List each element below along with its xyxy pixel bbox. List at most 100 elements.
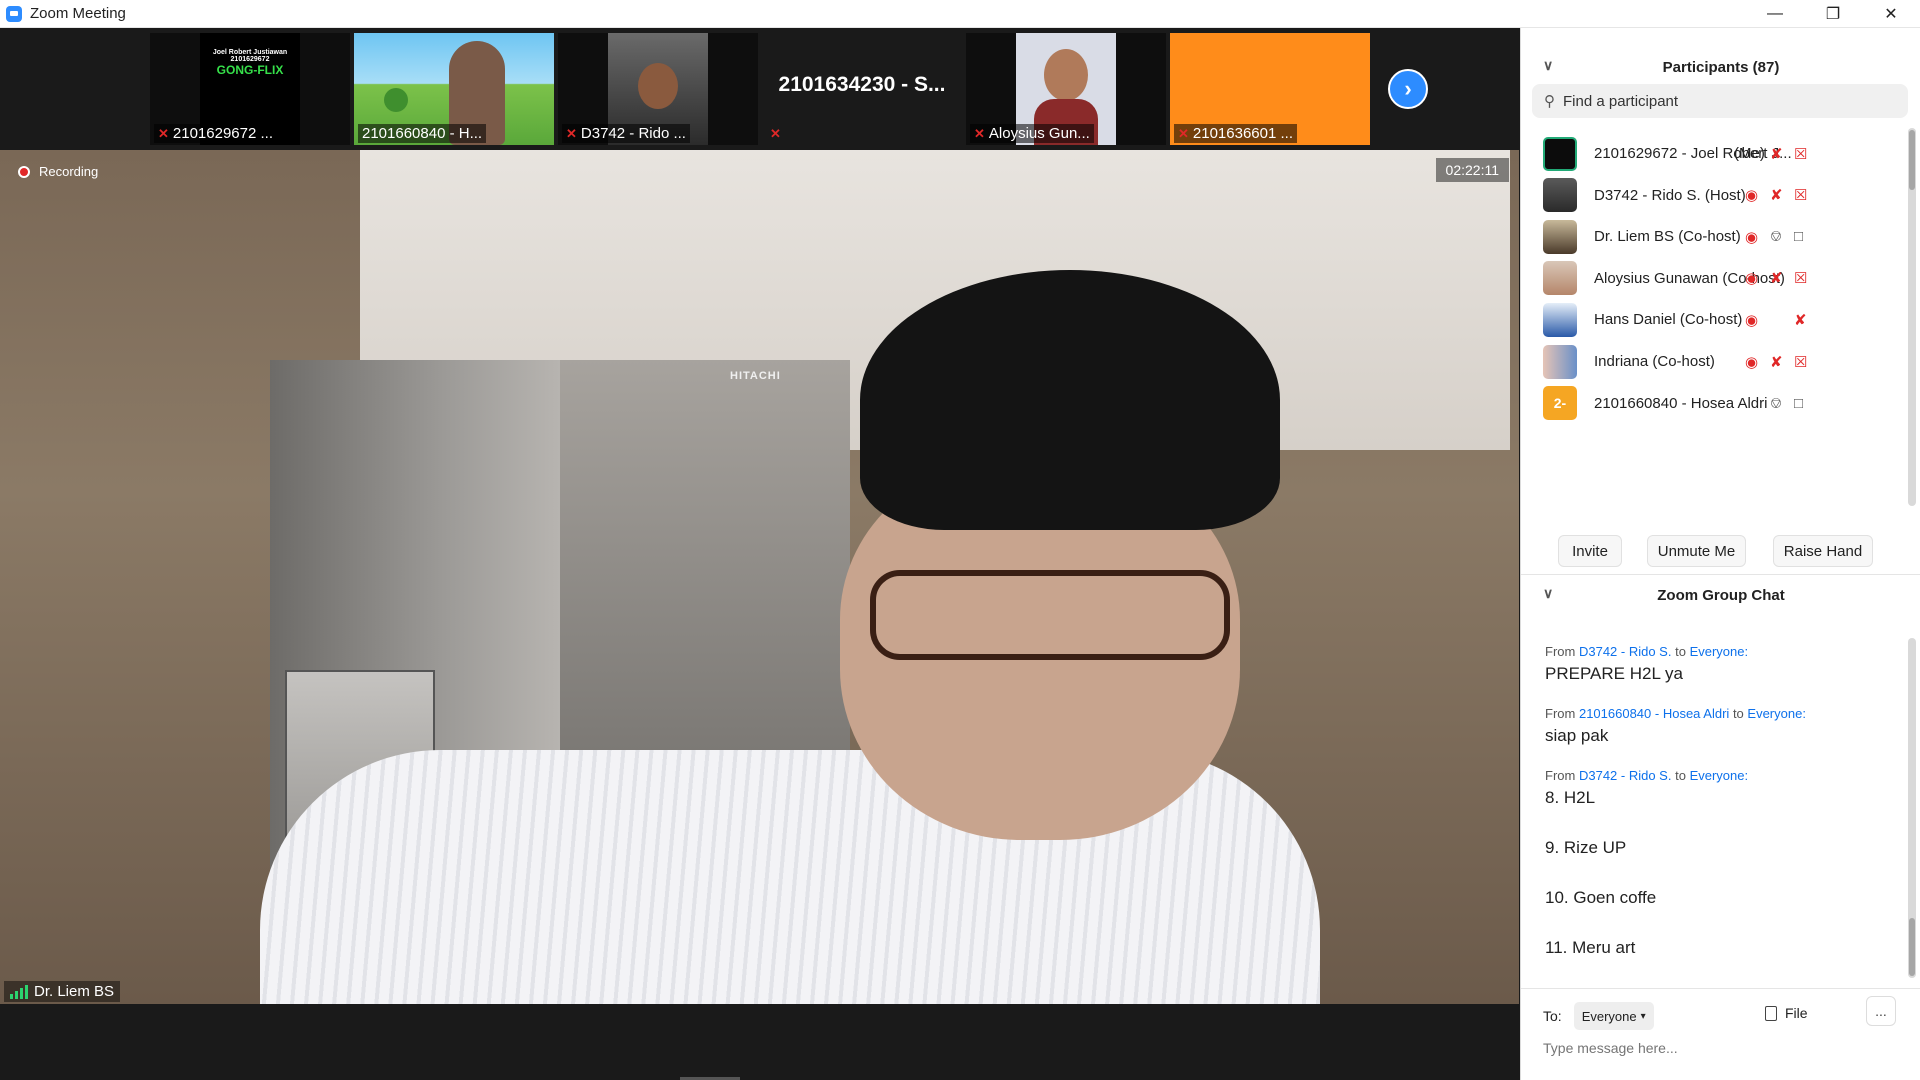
participant-scrollbar[interactable]	[1908, 128, 1916, 506]
person-glasses	[870, 570, 1230, 660]
recording-label: Recording	[39, 164, 99, 179]
scroll-thumb[interactable]	[1909, 918, 1915, 976]
chevron-down-icon[interactable]: ∨	[1543, 585, 1553, 602]
more-options-button[interactable]: ...	[1866, 996, 1896, 1026]
participant-tile[interactable]: 2101634230 - S... ✕	[762, 33, 962, 145]
person-silhouette	[638, 63, 678, 109]
divider	[1521, 574, 1920, 575]
sender-link[interactable]: D3742 - Rido S.	[1579, 644, 1672, 659]
participant-list: 2101629672 - Joel Robert J... (Me) ✘ ☒ D3742…	[1521, 128, 1920, 508]
tile-caption: ✕	[766, 125, 785, 143]
speaker-person	[780, 270, 1300, 870]
title-bar: Zoom Meeting — ❐ ✕	[0, 0, 1920, 28]
minimize-button[interactable]: —	[1746, 0, 1804, 28]
recipient-link[interactable]: Everyone:	[1690, 768, 1749, 783]
chat-recipient-row: To: Everyone ▾	[1543, 1002, 1654, 1030]
mic-muted-icon[interactable]: ✘	[1794, 311, 1807, 329]
participant-tile[interactable]: ✕ 2101636601 ...	[1170, 33, 1370, 145]
tile-caption: ✕ 2101636601 ...	[1174, 124, 1297, 143]
chat-header[interactable]: ∨ Zoom Group Chat	[1521, 576, 1920, 614]
participants-title: Participants (87)	[1662, 58, 1780, 76]
video-off-icon[interactable]: ☒	[1794, 269, 1807, 287]
fridge-brand: HITACHI	[730, 370, 781, 382]
tile-caption: 2101660840 - H...	[358, 124, 487, 143]
recipient-select[interactable]: Everyone ▾	[1573, 1002, 1654, 1030]
to-label: To:	[1543, 1008, 1562, 1024]
chat-message: From D3742 - Rido S. to Everyone:	[1545, 644, 1905, 659]
chat-message: From D3742 - Rido S. to Everyone:	[1545, 768, 1905, 783]
next-page-button[interactable]: ›	[1388, 69, 1428, 109]
from-word: From	[1545, 644, 1576, 659]
participant-tile[interactable]: Joel Robert Justiawan 2101629672 GONG-FL…	[150, 33, 350, 145]
chat-text: 8. H2L	[1545, 788, 1596, 807]
chat-meta: From D3742 - Rido S. to Everyone:	[1545, 644, 1905, 659]
side-panel: ∨ Participants (87) ⚲ Find a participant…	[1520, 28, 1920, 1080]
chevron-down-icon[interactable]: ∨	[1543, 57, 1553, 74]
tile-name: 2101634230 - S...	[778, 73, 946, 96]
tile-caption: ✕ D3742 - Rido ...	[562, 124, 690, 143]
unmute-me-button[interactable]: Unmute Me	[1647, 535, 1746, 567]
restore-button[interactable]: ❐	[1804, 0, 1862, 28]
microphone-icon[interactable]: ⎊	[1770, 395, 1782, 412]
person-hair	[860, 270, 1280, 530]
participant-tile[interactable]: ✕ D3742 - Rido ...	[558, 33, 758, 145]
participant-row[interactable]: 2- 2101660840 - Hosea Aldri ⎊ □	[1521, 378, 1911, 429]
participant-tile[interactable]: 2101660840 - H...	[354, 33, 554, 145]
search-icon: ⚲	[1544, 93, 1555, 110]
tile-label: 2101636601 ...	[1192, 125, 1293, 142]
file-label: File	[1785, 1005, 1808, 1021]
mic-muted-icon: ✕	[974, 125, 985, 141]
sender-link[interactable]: D3742 - Rido S.	[1579, 768, 1672, 783]
recording-icon: ◉	[1745, 311, 1759, 329]
recording-icon: ◉	[1745, 228, 1759, 246]
chat-text: 9. Rize UP	[1545, 838, 1627, 857]
mic-muted-icon[interactable]: ✘	[1770, 353, 1783, 371]
video-off-icon[interactable]: ☒	[1794, 145, 1807, 163]
tile-label: 2101629672 ...	[172, 125, 273, 142]
poster-text: GONG-FLIX	[216, 63, 284, 77]
chat-meta: From 2101660840 - Hosea Aldri to Everyon…	[1545, 706, 1905, 721]
poster-text: Joel Robert Justiawan	[212, 49, 288, 56]
recording-indicator[interactable]: Recording	[18, 164, 98, 179]
video-area: Joel Robert Justiawan 2101629672 GONG-FL…	[0, 28, 1519, 1080]
participant-search[interactable]: ⚲ Find a participant	[1532, 84, 1908, 118]
signal-strength-icon	[10, 984, 28, 999]
meeting-toolbar-area	[0, 1004, 1519, 1080]
avatar	[1543, 136, 1577, 171]
mic-muted-icon[interactable]: ✘	[1770, 145, 1783, 163]
mic-muted-icon[interactable]: ✘	[1770, 186, 1783, 204]
mic-muted-icon[interactable]: ✘	[1770, 269, 1783, 287]
microphone-icon[interactable]: ⎊	[1770, 228, 1782, 245]
participant-tile[interactable]: ✕ Aloysius Gun...	[966, 33, 1166, 145]
chat-scrollbar[interactable]	[1908, 638, 1916, 978]
invite-button[interactable]: Invite	[1558, 535, 1622, 567]
divider	[1521, 988, 1920, 989]
close-button[interactable]: ✕	[1862, 0, 1920, 28]
tile-caption: ✕ 2101629672 ...	[154, 124, 277, 143]
file-button[interactable]: File	[1765, 1005, 1808, 1021]
participants-header[interactable]: ∨ Participants (87)	[1521, 48, 1920, 86]
recording-icon: ◉	[1745, 187, 1759, 205]
chat-meta: From D3742 - Rido S. to Everyone:	[1545, 768, 1905, 783]
recipient-link[interactable]: Everyone:	[1747, 706, 1806, 721]
scroll-thumb[interactable]	[1909, 130, 1915, 190]
participant-name: Hans Daniel (Co-host)	[1594, 311, 1743, 329]
meeting-timer: 02:22:11	[1435, 158, 1509, 182]
participant-name: D3742 - Rido S. (Host)	[1594, 186, 1746, 204]
chat-text: siap pak	[1545, 726, 1609, 745]
video-camera-icon[interactable]: □	[1794, 395, 1803, 412]
mic-muted-icon: ✕	[158, 125, 169, 141]
recipient-link[interactable]: Everyone:	[1690, 644, 1749, 659]
sender-link[interactable]: 2101660840 - Hosea Aldri	[1579, 706, 1729, 721]
avatar	[1543, 344, 1577, 379]
recording-icon: ◉	[1745, 270, 1759, 288]
chat-text: 11. Meru art	[1545, 938, 1636, 957]
video-camera-icon[interactable]: □	[1794, 228, 1803, 245]
video-off-icon[interactable]: ☒	[1794, 186, 1807, 204]
file-icon	[1765, 1005, 1777, 1021]
message-input[interactable]	[1543, 1040, 1903, 1056]
raise-hand-button[interactable]: Raise Hand	[1773, 535, 1873, 567]
video-off-icon[interactable]: ☒	[1794, 353, 1807, 371]
speaker-name: Dr. Liem BS	[34, 983, 115, 1000]
person-silhouette	[1044, 49, 1088, 101]
